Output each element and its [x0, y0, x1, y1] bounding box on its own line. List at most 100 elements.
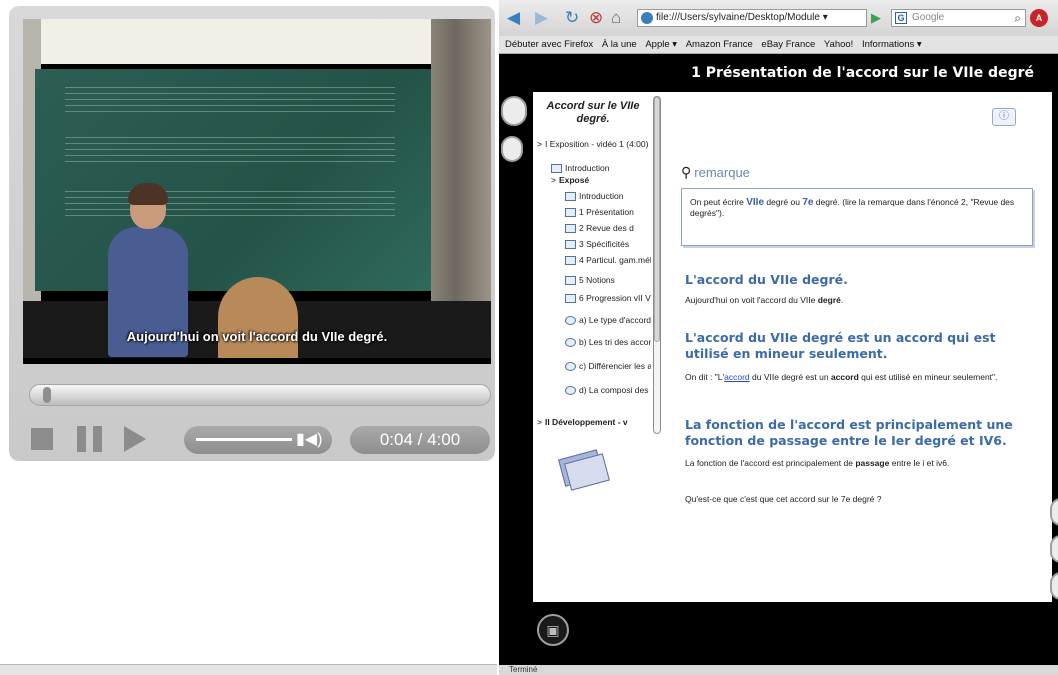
settings-gear-icon[interactable] [501, 136, 523, 162]
addon-icon[interactable]: A [1030, 9, 1048, 27]
bookmark-item[interactable]: Apple ▾ [645, 36, 677, 53]
text: . [840, 295, 844, 305]
toc-item-presentation[interactable]: 1 Présentation [565, 208, 651, 217]
toc-item-differencier[interactable]: c) Différencier les accords. [565, 362, 651, 371]
page-title: 1 Présentation de l'accord sur le VIIe d… [691, 65, 1034, 81]
toc-item-exposition[interactable]: > I Exposition - vidéo 1 (4:00) [537, 140, 651, 149]
bookmark-item[interactable]: À la une [602, 36, 637, 53]
text: qui est utilisé en mineur seulement". [858, 372, 998, 382]
toc-item-label: 3 Spécificités [579, 240, 630, 249]
toc-item-introduction[interactable]: Introduction [551, 164, 651, 173]
text: Aujourd'hui on voit l'accord du VIIe [685, 295, 818, 305]
toc-item-particul[interactable]: 4 Particul. gam.mél.mine [565, 256, 651, 265]
paragraph: On dit : "L'accord du VIIe degré est un … [685, 372, 1030, 382]
toc-item-revue[interactable]: 2 Revue des d [565, 224, 651, 233]
section-heading: L'accord du VIIe degré est un accord qui… [685, 330, 996, 361]
toc-title: Accord sur le VIIe degré. [546, 100, 640, 125]
toc-item-tri-accords[interactable]: b) Les tri des accords. [565, 338, 651, 347]
home-icon[interactable]: ⌂ [611, 9, 621, 27]
bold-text: accord [830, 372, 859, 382]
forward-arrow-icon[interactable]: ▶ [535, 9, 548, 27]
toc-item-introduction-2[interactable]: Introduction [565, 192, 651, 201]
toc-scroll-thumb[interactable] [654, 97, 660, 342]
globe-icon [641, 12, 653, 24]
search-input[interactable]: G Google ⌕ [891, 9, 1026, 27]
module-nav-icon[interactable] [501, 96, 527, 126]
play-button[interactable] [124, 426, 146, 452]
speaker-icon[interactable]: ▮◀) [296, 430, 322, 450]
module-menu-icon[interactable]: ▣ [537, 614, 569, 646]
remarque-heading-text: remarque [694, 165, 750, 180]
book-icon [565, 224, 576, 233]
bold-text: degré [817, 295, 841, 305]
video-frame[interactable]: Aujourd'hui on voit l'accord du VIIe deg… [23, 19, 491, 364]
toc-item-type-accords[interactable]: a) Le type d'accords. [565, 316, 651, 325]
section-heading: L'accord du VIIe degré. [685, 272, 848, 287]
video-icon [565, 192, 576, 201]
search-placeholder: Google [912, 12, 945, 23]
quiz-icon [565, 386, 576, 395]
video-icon [551, 164, 562, 173]
bookmark-item[interactable]: eBay France [761, 36, 815, 53]
pause-icon-bar [93, 426, 102, 452]
toc-item-label: 2 Revue des d [579, 224, 634, 233]
pause-button[interactable] [77, 426, 103, 452]
search-engine-icon[interactable]: G [895, 12, 907, 24]
remarque-heading: ⚲ remarque [681, 164, 750, 181]
glossary-link[interactable]: accord [724, 372, 750, 382]
highlight: 7e [802, 197, 814, 208]
text: On dit : "L' [685, 372, 725, 382]
reload-icon[interactable]: ↻ [565, 9, 579, 27]
text: La fonction de l'accord est principaleme… [685, 458, 856, 468]
toc-item-notions[interactable]: 5 Notions [565, 276, 651, 285]
scene-wall [23, 19, 491, 64]
bookmark-item[interactable]: Amazon France [686, 36, 753, 53]
video-window: Aujourd'hui on voit l'accord du VIIe deg… [0, 0, 497, 675]
url-bar[interactable]: file:///Users/sylvaine/Desktop/Module ▾ [637, 9, 867, 27]
toc-item-developpement[interactable]: > II Développement - v [537, 418, 651, 427]
toc-item-label: d) La composi des trois types d'accords. [579, 386, 651, 395]
teacher-hair [128, 183, 168, 205]
back-arrow-icon[interactable]: ◀ [507, 9, 520, 27]
toc-item-label: 6 Progression vII V [579, 294, 651, 303]
stop-icon[interactable]: ⊗ [589, 9, 603, 27]
section-heading: La fonction de l'accord est principaleme… [685, 417, 1013, 448]
seek-knob[interactable] [43, 387, 52, 403]
info-icon[interactable]: ⓘ [992, 108, 1016, 126]
scene-chalkboard [35, 69, 435, 291]
toc-item-label: c) Différencier les accords. [579, 362, 651, 371]
pause-icon-bar [77, 426, 86, 452]
exercise-icon [565, 362, 576, 371]
toc-item-progression[interactable]: 6 Progression vII V [565, 294, 651, 303]
toc-item-specificites[interactable]: 3 Spécificités [565, 240, 651, 249]
toc-item-expose[interactable]: > Exposé [551, 176, 651, 185]
book-icon [565, 294, 576, 303]
video-player: Aujourd'hui on voit l'accord du VIIe deg… [9, 6, 495, 461]
left-status-bar [0, 664, 497, 675]
toc-item-label: I Exposition - vidéo 1 (4:00) [544, 140, 649, 149]
table-of-contents: Accord sur le VIIe degré. > I Exposition … [533, 92, 665, 602]
chevron-right-icon: > [551, 176, 556, 185]
text: On peut écrire [690, 197, 747, 207]
book-icon [565, 276, 576, 285]
bookmark-item[interactable]: Informations ▾ [862, 36, 922, 53]
go-button[interactable]: ▶ [871, 10, 881, 26]
chevron-right-icon: > [537, 140, 542, 149]
bookmark-item[interactable]: Débuter avec Firefox [505, 36, 593, 53]
bookmark-item[interactable]: Yahoo! [824, 36, 853, 53]
toc-scrollbar[interactable] [653, 96, 661, 434]
staff-line [65, 87, 395, 88]
seek-bar[interactable] [29, 384, 491, 406]
staff-line [65, 143, 395, 144]
search-icon[interactable]: ⌕ [1014, 10, 1021, 26]
toc-item-composition[interactable]: d) La composi des trois types d'accords. [565, 386, 651, 395]
volume-slider[interactable]: ▮◀) [184, 426, 332, 454]
highlight: VIIe [746, 197, 765, 208]
toc-item-label: Exposé [558, 176, 590, 185]
clipart-image [557, 448, 610, 491]
paragraph: Qu'est-ce que c'est que cet accord sur l… [685, 494, 882, 504]
stop-button[interactable] [31, 428, 53, 450]
book-icon [565, 256, 576, 265]
magnifier-icon: ⚲ [681, 164, 692, 180]
staff-line [65, 161, 395, 162]
